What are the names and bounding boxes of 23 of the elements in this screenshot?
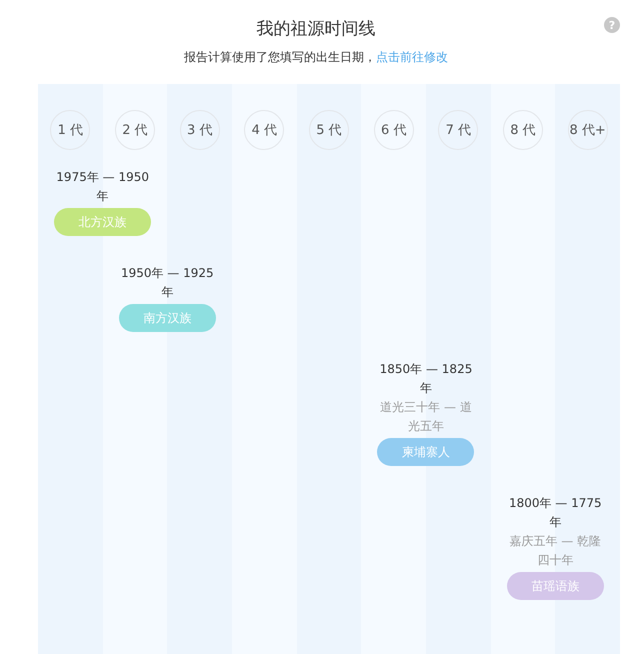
year-range: 1975年 — 1950年 — [55, 169, 150, 205]
lineage-tag: 北方汉族 — [54, 208, 152, 236]
subtitle: 报告计算使用了您填写的出生日期，点击前往修改 — [184, 49, 448, 65]
generation-badge: 2 代 — [114, 110, 155, 150]
era-range: 嘉庆五年 — 乾隆四十年 — [508, 533, 602, 569]
generation-badge: 5 代 — [308, 110, 349, 150]
lineage-tag: 苗瑶语族 — [506, 572, 604, 600]
year-range: 1800年 — 1775年 — [508, 495, 603, 531]
generation-badge: 1 代 — [50, 110, 90, 150]
generation-badge: 6 代 — [374, 110, 414, 150]
year-range: 1950年 — 1925年 — [120, 265, 215, 301]
generation-badge: 3 代 — [180, 110, 220, 150]
generation-badge: 7 代 — [438, 110, 478, 150]
generation-badge: 4 代 — [244, 110, 284, 150]
generation-badge: 8 代+ — [568, 110, 608, 150]
generation-badge: 8 代 — [502, 110, 543, 150]
year-range: 1850年 — 1825年 — [378, 361, 474, 397]
edit-link[interactable]: 点击前往修改 — [376, 50, 448, 64]
lineage-tag: 南方汉族 — [118, 304, 216, 332]
help-icon[interactable]: ? — [604, 17, 620, 33]
lineage-tag: 柬埔寨人 — [377, 438, 474, 466]
era-range: 道光三十年 — 道光五年 — [379, 399, 473, 435]
page-title: 我的祖源时间线 — [256, 18, 376, 40]
